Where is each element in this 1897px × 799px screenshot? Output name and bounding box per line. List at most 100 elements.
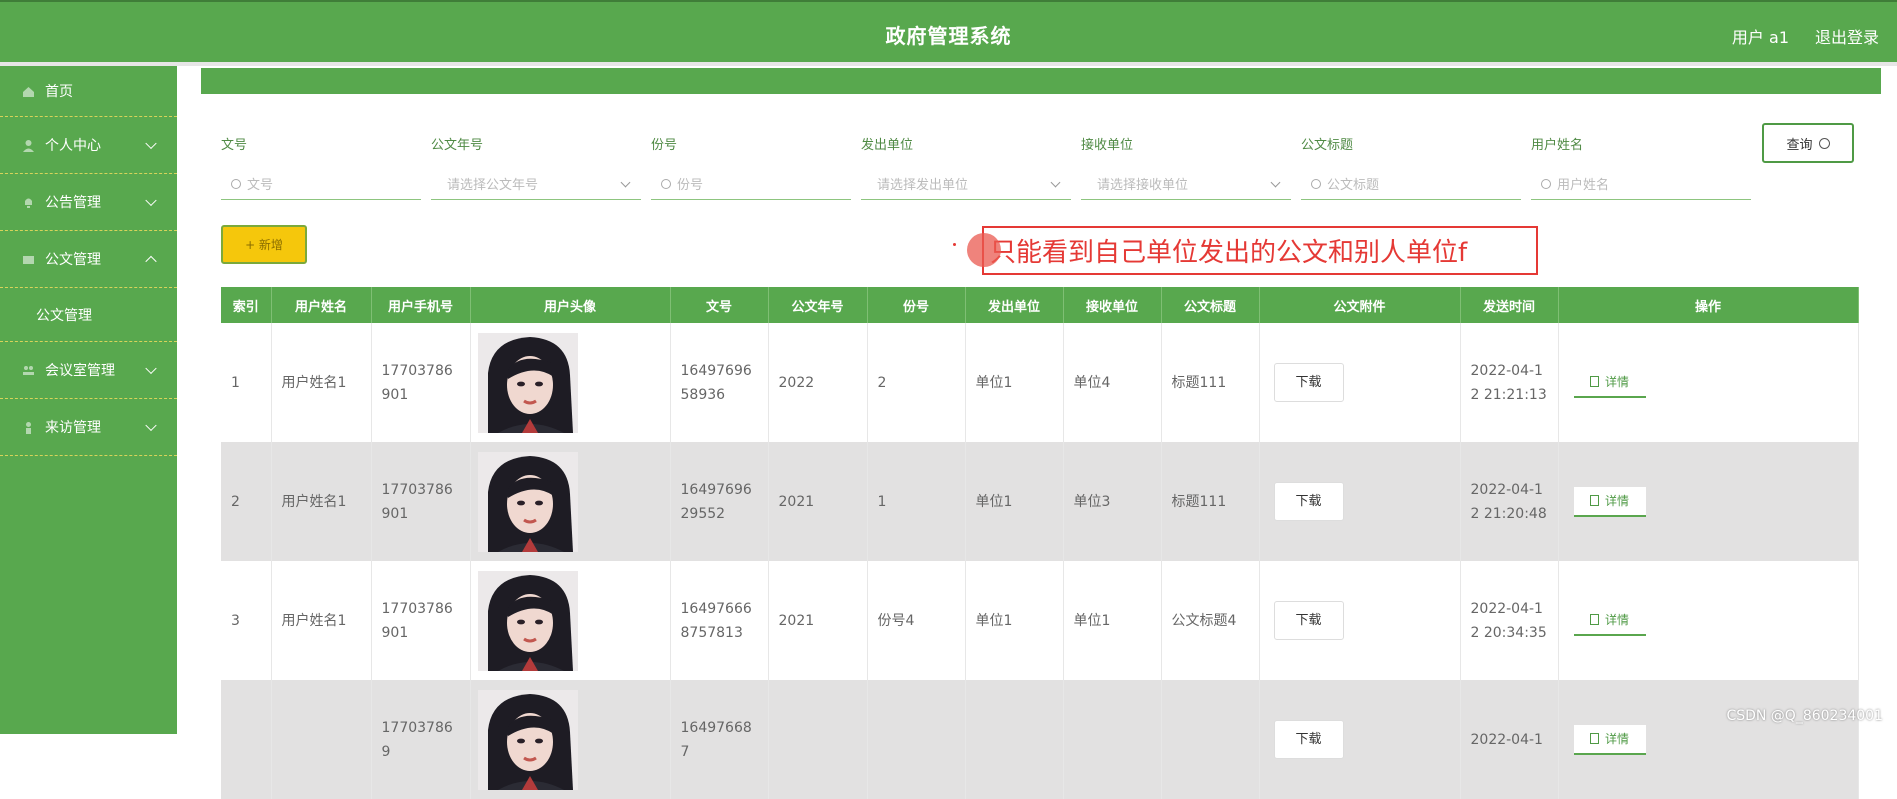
cell-index: 2: [221, 442, 272, 561]
sidebar-item-announcements[interactable]: 公告管理: [0, 174, 177, 231]
download-button[interactable]: 下载: [1273, 601, 1344, 640]
cell-index: 1: [221, 323, 272, 442]
cell-index: 3: [221, 561, 272, 680]
sidebar-item-personal-center[interactable]: 个人中心: [0, 117, 177, 174]
documents-table: 索引 用户姓名 用户手机号 用户头像 文号 公文年号 份号 发出单位 接收单位 …: [221, 287, 1859, 799]
cell-year: 2021: [768, 442, 868, 561]
detail-button[interactable]: 详情: [1573, 486, 1646, 517]
app-title: 政府管理系统: [885, 24, 1012, 48]
query-button[interactable]: 查询: [1762, 123, 1854, 163]
cell-attachment: 下载: [1259, 561, 1461, 680]
sidebar-item-visits[interactable]: 来访管理: [0, 399, 177, 456]
username-input[interactable]: 用户姓名: [1531, 168, 1751, 200]
cell-receiver: 单位1: [1063, 561, 1162, 680]
year-select[interactable]: 请选择公文年号: [431, 168, 641, 200]
detail-button-label: 详情: [1604, 612, 1629, 627]
add-button[interactable]: + 新增: [221, 225, 307, 264]
search-icon: [1818, 137, 1830, 149]
table-row[interactable]: 2 用户姓名1 17703786901 1649769629552 2021 1…: [221, 442, 1859, 561]
download-button[interactable]: 下载: [1273, 720, 1344, 759]
cell-actions: 详情: [1558, 680, 1859, 799]
chevron-down-icon: [145, 362, 157, 375]
cell-index: [221, 680, 272, 799]
detail-button-label: 详情: [1604, 731, 1629, 746]
column-header: 用户姓名: [271, 287, 372, 323]
current-user[interactable]: 用户 a1: [1732, 24, 1789, 48]
annotation-textbox: 只能看到自己单位发出的公文和别人单位f: [982, 226, 1538, 275]
cell-wenhao: 1649769658936: [670, 323, 769, 442]
table-row[interactable]: 3 用户姓名1 17703786901 164976668757813 2021…: [221, 561, 1859, 680]
chevron-down-icon: [145, 194, 157, 207]
sidebar-item-documents[interactable]: 公文管理: [0, 231, 177, 288]
table-row[interactable]: 177037869 164976687 下载 2022-04-1 详情: [221, 680, 1859, 799]
search-icon: [1311, 178, 1321, 189]
sidebar-item-label: 公告管理: [45, 195, 101, 211]
fenhao-placeholder: 份号: [677, 178, 704, 193]
folder-icon: [22, 253, 35, 266]
detail-button[interactable]: 详情: [1573, 605, 1646, 636]
search-icon: [1541, 178, 1551, 189]
sidebar-item-home[interactable]: 首页: [0, 66, 177, 117]
cell-title: 标题111: [1161, 323, 1260, 442]
sidebar-item-meeting-rooms[interactable]: 会议室管理: [0, 342, 177, 399]
meeting-icon: [22, 364, 35, 377]
fenhao-input[interactable]: 份号: [651, 168, 851, 200]
column-header: 发出单位: [965, 287, 1064, 323]
detail-button-label: 详情: [1604, 374, 1629, 389]
title-placeholder: 公文标题: [1327, 178, 1380, 193]
sender-placeholder: 请选择发出单位: [877, 178, 969, 193]
cell-user-name: [271, 680, 372, 799]
sidebar-item-label: 公文管理: [45, 252, 101, 268]
cell-avatar: [470, 680, 671, 799]
cell-receiver: 单位4: [1063, 323, 1162, 442]
top-bar: 政府管理系统 用户 a1 退出登录: [0, 0, 1897, 62]
column-header: 发送时间: [1460, 287, 1559, 323]
sidebar-item-label: 个人中心: [45, 138, 101, 154]
avatar: [477, 689, 578, 790]
cell-title: [1161, 680, 1260, 799]
user-icon: [22, 139, 35, 152]
filter-label-username: 用户姓名: [1531, 138, 1584, 153]
chevron-down-icon: [1050, 177, 1061, 188]
search-icon: [231, 178, 241, 189]
logout-link[interactable]: 退出登录: [1815, 24, 1879, 48]
chevron-down-icon: [145, 419, 157, 432]
detail-button[interactable]: 详情: [1573, 724, 1646, 755]
title-input[interactable]: 公文标题: [1301, 168, 1521, 200]
cell-fenhao: [867, 680, 966, 799]
table-row[interactable]: 1 用户姓名1 17703786901 1649769658936 2022 2…: [221, 323, 1859, 442]
detail-button[interactable]: 详情: [1573, 367, 1646, 398]
filter-label-sender: 发出单位: [861, 138, 914, 153]
cell-title: 标题111: [1161, 442, 1260, 561]
document-icon: [1589, 495, 1599, 506]
cell-year: 2022: [768, 323, 868, 442]
cell-actions: 详情: [1558, 561, 1859, 680]
chevron-down-icon: [145, 137, 157, 150]
breadcrumb-bar: [201, 68, 1881, 94]
table-header-row: 索引 用户姓名 用户手机号 用户头像 文号 公文年号 份号 发出单位 接收单位 …: [221, 287, 1859, 323]
search-icon: [661, 178, 671, 189]
download-button[interactable]: 下载: [1273, 363, 1344, 402]
filter-label-receiver: 接收单位: [1081, 138, 1134, 153]
filter-label-fenhao: 份号: [651, 138, 678, 153]
main-content: 文号 文号 公文年号 请选择公文年号 份号 份号 发出单位 请选择发出单位 接收…: [177, 66, 1897, 799]
wenhao-input[interactable]: 文号: [221, 168, 421, 200]
column-header: 公文年号: [768, 287, 868, 323]
column-header: 公文标题: [1161, 287, 1260, 323]
receiver-select[interactable]: 请选择接收单位: [1081, 168, 1291, 200]
cell-send-time: 2022-04-12 21:20:48: [1460, 442, 1559, 561]
sidebar-item-label: 首页: [45, 84, 73, 100]
sidebar-subitem-documents[interactable]: 公文管理: [0, 288, 177, 342]
download-button[interactable]: 下载: [1273, 482, 1344, 521]
cell-send-time: 2022-04-1: [1460, 680, 1559, 799]
column-header: 操作: [1558, 287, 1859, 323]
wenhao-placeholder: 文号: [247, 178, 274, 193]
document-icon: [1589, 614, 1599, 625]
sidebar: 首页 个人中心 公告管理 公文管理 公文管理 会议室管理 来访管理: [0, 66, 177, 734]
cell-attachment: 下载: [1259, 323, 1461, 442]
cell-user-name: 用户姓名1: [271, 323, 372, 442]
cell-avatar: [470, 323, 671, 442]
cell-receiver: [1063, 680, 1162, 799]
sender-select[interactable]: 请选择发出单位: [861, 168, 1071, 200]
sidebar-item-label: 来访管理: [45, 420, 101, 436]
